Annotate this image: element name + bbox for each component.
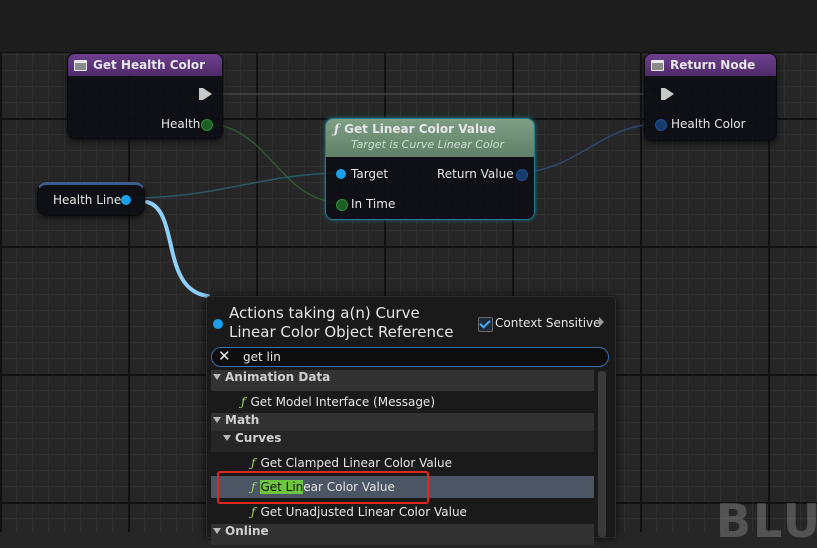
return-value-pin-label: Return Value [437, 167, 514, 181]
search-box[interactable]: ✕ [211, 347, 609, 367]
expand-arrow-icon[interactable] [213, 417, 221, 423]
return-node-header: Return Node [645, 54, 776, 76]
scrollbar[interactable] [598, 371, 606, 537]
action-item-label: Get Model Interface (Message) [250, 395, 435, 409]
function-icon: ƒ [334, 122, 340, 136]
function-icon: ƒ [251, 505, 256, 519]
watermark: BLU [716, 494, 817, 548]
clear-search-icon[interactable]: ✕ [218, 347, 231, 365]
node-subtitle: Target is Curve Linear Color [351, 138, 505, 151]
health-line-variable-node[interactable]: Health Line [37, 182, 145, 216]
target-input-pin[interactable] [336, 169, 346, 179]
health-color-input-pin[interactable] [655, 119, 667, 131]
return-node-title: Return Node [670, 58, 756, 72]
target-pin-label: Target [351, 167, 389, 181]
get-health-color-header: Get Health Color [68, 54, 222, 76]
get-linear-color-value-node[interactable]: ƒ Get Linear Color Value Target is Curve … [325, 118, 535, 220]
in-time-pin-label: In Time [351, 197, 396, 211]
category-label: Animation Data [225, 370, 331, 384]
health-output-pin[interactable] [201, 119, 213, 131]
exec-output-pin[interactable] [199, 88, 212, 100]
action-menu-title: Actions taking a(n) Curve Linear Color O… [229, 304, 454, 341]
selection-annotation-box [217, 471, 429, 504]
action-item-get-unadjusted-linear-color-value[interactable]: ƒ Get Unadjusted Linear Color Value [211, 501, 594, 523]
category-label: Math [225, 413, 260, 427]
category-animation-data[interactable]: Animation Data [211, 370, 594, 391]
function-icon: ƒ [251, 456, 256, 470]
return-value-output-pin[interactable] [516, 169, 528, 181]
function-node-icon [74, 59, 87, 71]
category-curves[interactable]: Curves [211, 431, 594, 452]
get-health-color-node[interactable]: Get Health Color Health [67, 53, 223, 139]
category-label: Curves [235, 431, 282, 445]
exec-input-pin[interactable] [661, 88, 674, 100]
context-sensitive-arrow-icon[interactable] [599, 317, 604, 327]
action-item-label: Get Unadjusted Linear Color Value [260, 505, 467, 519]
health-color-pin-label: Health Color [671, 117, 746, 131]
function-icon: ƒ [241, 395, 246, 409]
node-title: Get Linear Color Value [344, 122, 496, 136]
health-line-label: Health Line [53, 193, 122, 207]
search-input[interactable] [243, 349, 583, 365]
in-time-input-pin[interactable] [336, 199, 348, 211]
action-item-label: Get Clamped Linear Color Value [260, 456, 453, 470]
expand-arrow-icon[interactable] [213, 374, 221, 380]
category-label: Online [225, 524, 269, 538]
action-menu[interactable]: Actions taking a(n) Curve Linear Color O… [206, 296, 616, 545]
action-item-get-model-interface[interactable]: ƒ Get Model Interface (Message) [211, 391, 594, 413]
context-sensitive-label[interactable]: Context Sensitive [495, 316, 601, 330]
context-sensitive-checkbox[interactable] [478, 317, 493, 332]
health-pin-label: Health [161, 117, 201, 131]
health-line-output-pin[interactable] [121, 195, 131, 205]
get-linear-color-value-header: ƒ Get Linear Color Value Target is Curve … [326, 119, 534, 157]
function-node-icon [651, 59, 664, 71]
expand-arrow-icon[interactable] [213, 528, 221, 534]
get-health-color-title: Get Health Color [93, 58, 206, 72]
object-reference-pin-icon [213, 319, 223, 329]
category-online[interactable]: Online [211, 524, 594, 545]
graph-top-band [0, 0, 817, 53]
return-node[interactable]: Return Node Health Color [644, 53, 777, 141]
expand-arrow-icon[interactable] [223, 435, 231, 441]
